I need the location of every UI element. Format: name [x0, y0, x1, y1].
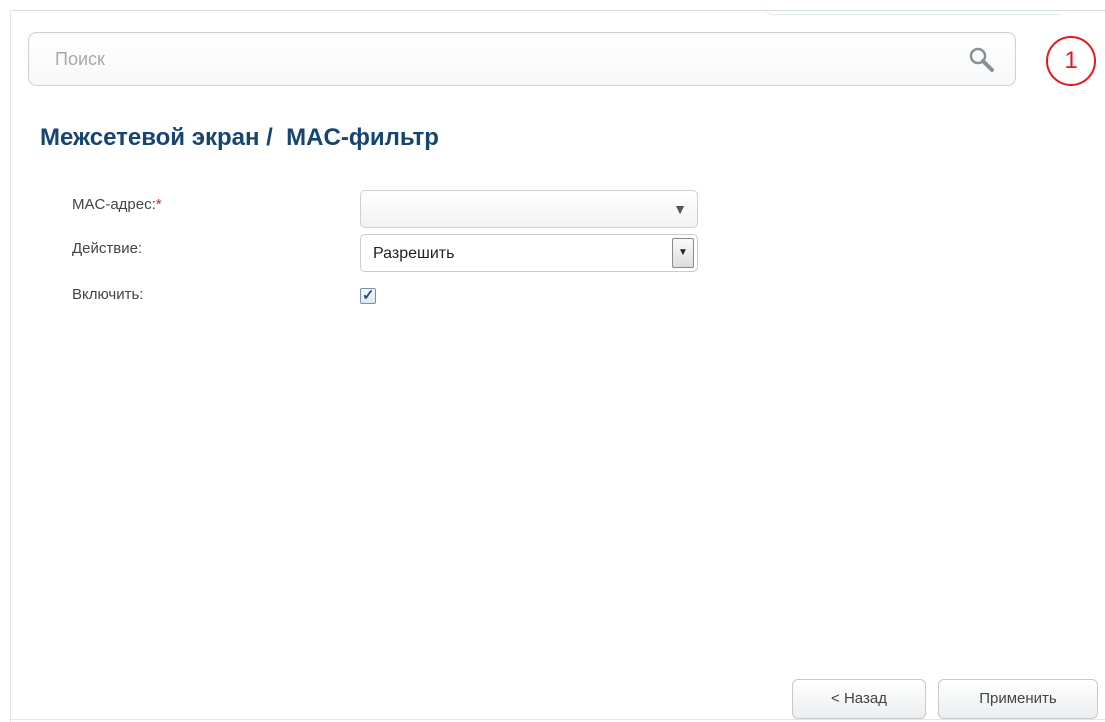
enable-checkbox[interactable]: ✓: [360, 287, 376, 304]
apply-button[interactable]: Применить: [938, 679, 1098, 719]
search-icon[interactable]: [967, 45, 997, 75]
marker-number: 1: [1064, 47, 1078, 74]
required-asterisk: *: [155, 196, 162, 213]
dropdown-arrow-icon[interactable]: ▼: [672, 238, 694, 268]
action-select-value: Разрешить: [373, 245, 455, 262]
content-frame-left: [10, 10, 11, 722]
search-input[interactable]: [29, 33, 929, 85]
mac-address-label-text: MAC-адрес:: [72, 196, 156, 213]
content-frame-top: [10, 10, 1105, 11]
action-label: Действие:: [72, 240, 143, 257]
tab-notch: [760, 0, 1060, 15]
search-bar: [28, 32, 1016, 86]
chevron-down-icon: ▼: [673, 201, 687, 217]
mac-address-select[interactable]: ▼: [360, 190, 698, 228]
action-select[interactable]: Разрешить ▼: [360, 234, 698, 272]
back-button[interactable]: < Назад: [792, 679, 926, 719]
content-frame-bottom: [10, 719, 1105, 720]
checkmark-icon: ✓: [362, 287, 375, 304]
enable-label: Включить:: [72, 286, 144, 303]
mac-address-label: MAC-адрес:*: [72, 196, 162, 213]
annotation-marker: 1: [1044, 34, 1098, 88]
page-title: Межсетевой экран / MAC-фильтр: [40, 124, 439, 151]
